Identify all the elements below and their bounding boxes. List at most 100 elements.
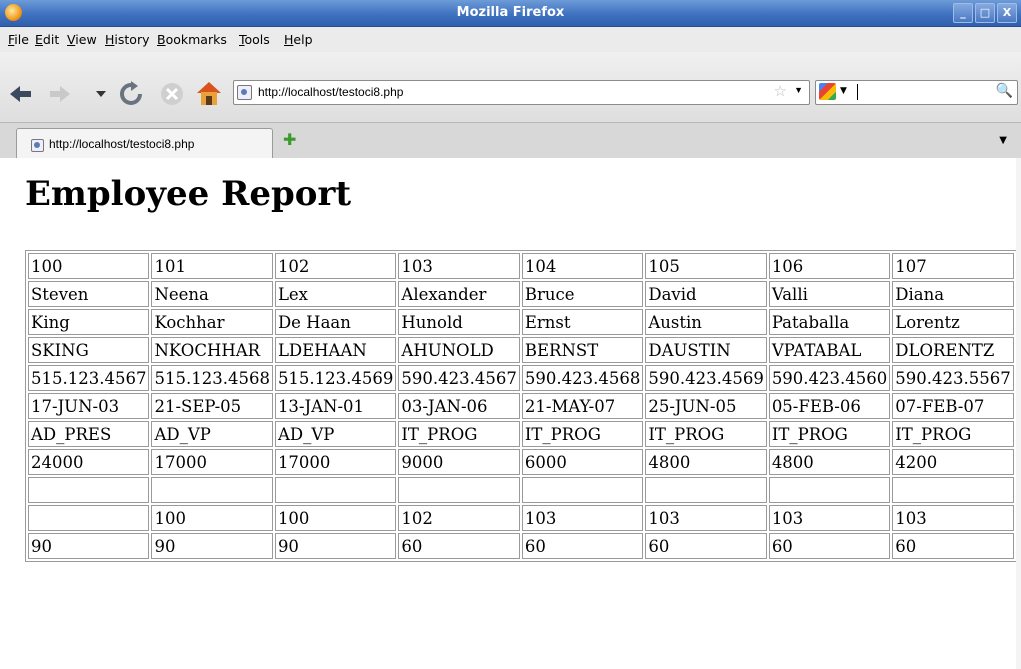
- home-icon[interactable]: [195, 80, 223, 106]
- table-cell: 103: [645, 505, 767, 531]
- table-cell: [28, 505, 150, 531]
- table-row: SKING NKOCHHAR LDEHAAN AHUNOLD BERNST DAUSTIN…: [28, 337, 1021, 363]
- menu-history[interactable]: History: [105, 32, 149, 47]
- table-cell: 590.423.4560: [768, 365, 891, 391]
- table-cell: Diana: [892, 281, 1014, 307]
- table-cell: IT_PROG: [521, 421, 644, 447]
- address-bar[interactable]: http://localhost/testoci8.php ☆ ▼: [233, 80, 810, 105]
- table-cell: AD_PRES: [28, 421, 150, 447]
- table-cell: NKOCHHAR: [151, 337, 273, 363]
- table-cell: 6000: [521, 449, 644, 475]
- table-row: 17-JUN-03 21-SEP-05 13-JAN-01 03-JAN-06 21-M…: [28, 393, 1021, 419]
- magnifier-icon[interactable]: 🔍: [996, 83, 1013, 99]
- table-cell: [768, 477, 891, 503]
- table-cell: 60: [645, 533, 767, 559]
- table-cell: King: [28, 309, 150, 335]
- table-cell: [28, 477, 150, 503]
- forward-arrow-icon[interactable]: [48, 84, 72, 104]
- table-cell: [398, 477, 520, 503]
- table-cell: 102: [398, 505, 520, 531]
- table-cell: 4800: [645, 449, 767, 475]
- table-cell: Valli: [768, 281, 891, 307]
- url-text[interactable]: http://localhost/testoci8.php: [258, 85, 403, 99]
- table-cell: 17000: [274, 449, 397, 475]
- menu-view[interactable]: View: [67, 32, 97, 47]
- menu-help[interactable]: Help: [284, 32, 313, 47]
- table-cell: 60: [892, 533, 1014, 559]
- table-cell: 100: [151, 505, 273, 531]
- table-cell: [151, 477, 273, 503]
- table-cell: 05-FEB-06: [768, 393, 891, 419]
- table-cell: Pataballa: [768, 309, 891, 335]
- table-cell: 17-JUN-03: [28, 393, 150, 419]
- menu-tools[interactable]: Tools: [239, 32, 270, 47]
- menu-bookmarks[interactable]: Bookmarks: [157, 32, 227, 47]
- reload-icon[interactable]: [118, 81, 144, 107]
- tab-testoci8[interactable]: http://localhost/testoci8.php: [16, 128, 273, 159]
- back-arrow-icon[interactable]: [8, 84, 34, 104]
- history-dropdown-icon[interactable]: [95, 90, 107, 98]
- table-cell: DLORENTZ: [892, 337, 1014, 363]
- table-cell: 102: [274, 253, 397, 279]
- search-engine-icon[interactable]: [819, 83, 836, 100]
- navigation-toolbar: http://localhost/testoci8.php ☆ ▼ ▼ 🔍: [0, 52, 1021, 122]
- table-row: 515.123.4567 515.123.4568 515.123.4569 590.…: [28, 365, 1021, 391]
- table-cell: 90: [274, 533, 397, 559]
- menu-edit[interactable]: Edit: [35, 32, 59, 47]
- table-cell: Steven: [28, 281, 150, 307]
- table-cell: 90: [151, 533, 273, 559]
- search-field[interactable]: ▼ 🔍: [815, 80, 1018, 105]
- url-dropdown-icon[interactable]: ▼: [794, 85, 803, 95]
- minimize-button[interactable]: _: [953, 3, 973, 23]
- table-cell: [521, 477, 644, 503]
- table-cell: 17000: [151, 449, 273, 475]
- table-cell: AHUNOLD: [398, 337, 520, 363]
- table-cell: 4200: [892, 449, 1014, 475]
- table-cell: IT_PROG: [892, 421, 1014, 447]
- stop-icon[interactable]: [160, 82, 184, 106]
- table-cell: IT_PROG: [398, 421, 520, 447]
- table-cell: Kochhar: [151, 309, 273, 335]
- table-cell: SKING: [28, 337, 150, 363]
- bookmark-star-icon[interactable]: ☆: [774, 82, 787, 100]
- table-cell: VPATABAL: [768, 337, 891, 363]
- table-row: 2400017000170009000600048004800420012008: [28, 449, 1021, 475]
- table-cell: AD_VP: [274, 421, 397, 447]
- table-cell: Ernst: [521, 309, 644, 335]
- site-identity-icon[interactable]: [237, 85, 252, 100]
- maximize-button[interactable]: □: [975, 3, 995, 23]
- close-button[interactable]: X: [997, 3, 1017, 23]
- new-tab-icon[interactable]: ✚: [283, 130, 296, 149]
- tab-list-dropdown-icon[interactable]: ▼: [999, 135, 1007, 146]
- table-cell: 60: [521, 533, 644, 559]
- table-cell: 60: [768, 533, 891, 559]
- menu-file[interactable]: File: [8, 32, 29, 47]
- search-engine-dropdown-icon[interactable]: ▼: [840, 86, 847, 96]
- page-content: Employee Report 100 101 102 103 104 105 106 107…: [0, 158, 1021, 669]
- tab-favicon-icon: [31, 139, 44, 152]
- table-row: 100101102103104105106107108: [28, 253, 1021, 279]
- table-cell: De Haan: [274, 309, 397, 335]
- table-cell: 60: [398, 533, 520, 559]
- tab-label: http://localhost/testoci8.php: [49, 137, 195, 151]
- table-cell: 100: [274, 505, 397, 531]
- table-cell: 21-SEP-05: [151, 393, 273, 419]
- window-title: Mozilla Firefox: [456, 5, 565, 20]
- table-cell: 13-JAN-01: [274, 393, 397, 419]
- table-cell: DAUSTIN: [645, 337, 767, 363]
- table-cell: 590.423.4568: [521, 365, 644, 391]
- table-cell: 03-JAN-06: [398, 393, 520, 419]
- table-cell: 590.423.4567: [398, 365, 520, 391]
- window-controls: _ □ X: [953, 3, 1017, 23]
- scrollbar-edge[interactable]: [1016, 158, 1021, 669]
- table-cell: 21-MAY-07: [521, 393, 644, 419]
- table-cell: 9000: [398, 449, 520, 475]
- table-cell: Lorentz: [892, 309, 1014, 335]
- table-cell: Hunold: [398, 309, 520, 335]
- table-cell: 90: [28, 533, 150, 559]
- table-cell: AD_VP: [151, 421, 273, 447]
- table-cell: Bruce: [521, 281, 644, 307]
- tab-strip: http://localhost/testoci8.php ✚ ▼: [0, 122, 1021, 159]
- table-cell: Austin: [645, 309, 767, 335]
- table-cell: 515.123.4568: [151, 365, 273, 391]
